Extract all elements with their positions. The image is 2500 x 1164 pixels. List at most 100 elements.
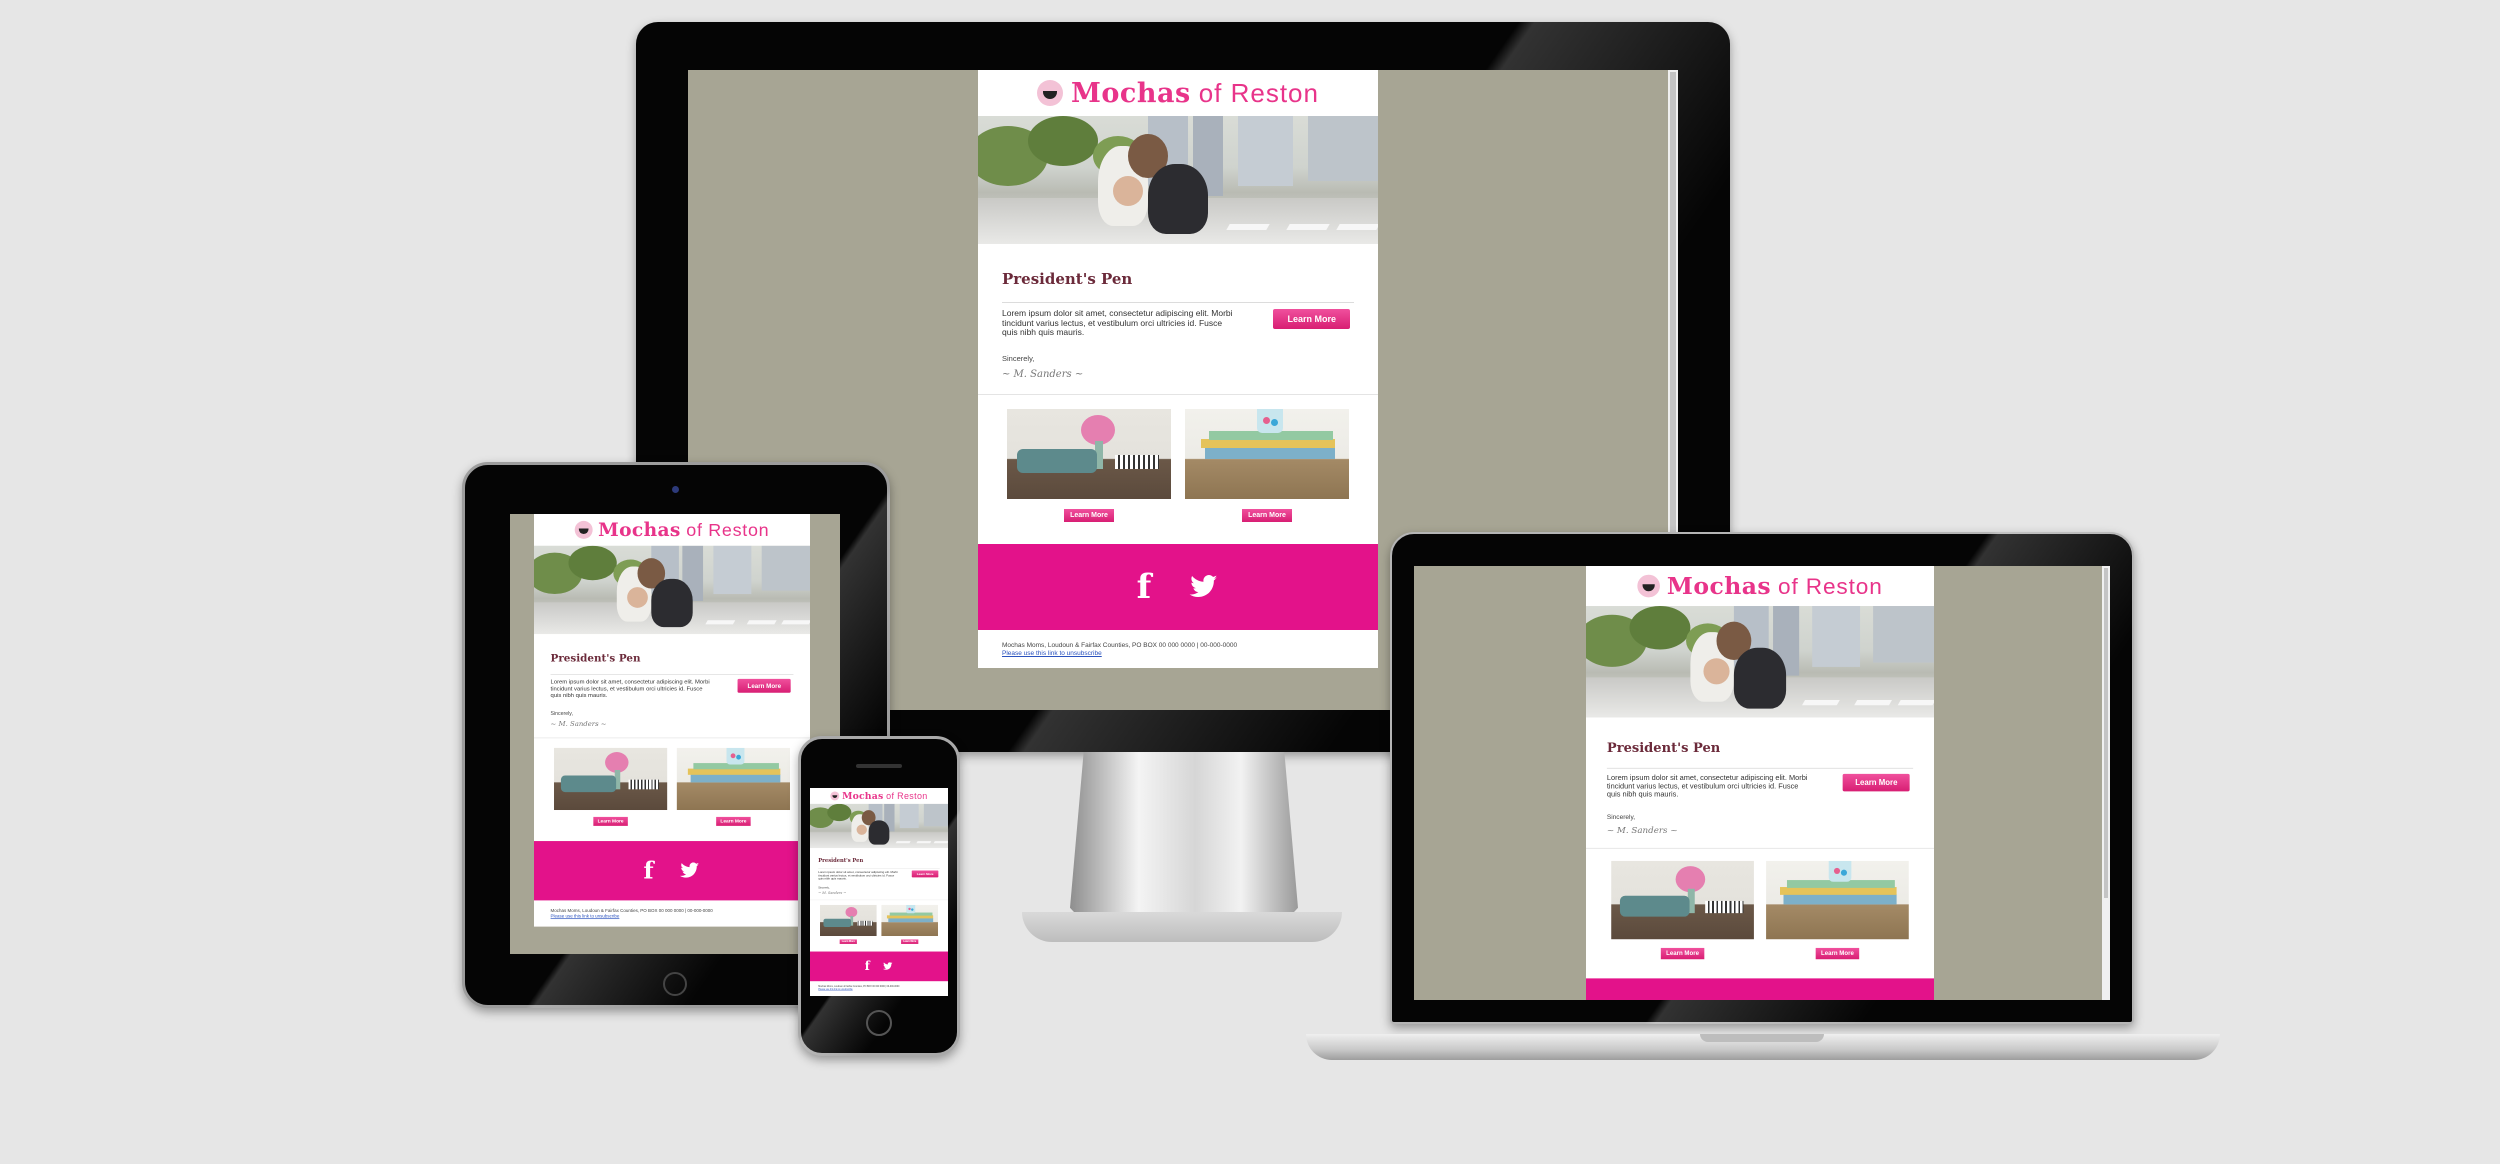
email-footer: Mochas Moms, Loudoun & Fairfax Counties,… [978, 630, 1378, 668]
signature-image: ~ M. Sanders ~ [1002, 368, 1084, 380]
product-grid: Learn More Learn More [534, 737, 810, 832]
footer-address: Mochas Moms, Loudoun & Fairfax Counties,… [1002, 641, 1238, 649]
email-header: Mochas of Reston [534, 514, 810, 546]
section-heading: President's Pen [1606, 740, 1721, 756]
coffee-cup-icon [830, 791, 840, 801]
books-and-cup-photo [881, 904, 938, 936]
social-bar: f [1586, 977, 1934, 1000]
section-row: Lorem ipsum dolor sit amet, consectetur … [1002, 302, 1354, 338]
closing-text: Sincerely, [1606, 812, 1636, 821]
email-newsletter: Mochas of Reston President's Pen Lorem i… [978, 70, 1378, 668]
product-learn-more-button[interactable]: Learn More [1815, 947, 1860, 959]
learn-more-button[interactable]: Learn More [1273, 309, 1350, 329]
product-card: Learn More [676, 747, 790, 826]
monitor-stand-base [1022, 912, 1342, 942]
product-grid: Learn More Learn More [810, 899, 948, 948]
email-header: Mochas of Reston [978, 70, 1378, 116]
brand-name-light: of Reston [886, 790, 928, 801]
flowers-on-table-photo [554, 747, 668, 810]
section-heading: President's Pen [550, 652, 641, 665]
product-learn-more-button[interactable]: Learn More [1242, 508, 1292, 522]
email-header: Mochas of Reston [810, 788, 948, 804]
unsubscribe-link[interactable]: Please use this link to unsubscribe [818, 988, 939, 991]
social-bar: f [978, 543, 1378, 630]
learn-more-button[interactable]: Learn More [911, 870, 939, 878]
twitter-icon[interactable] [680, 862, 701, 879]
books-and-cup-photo [676, 747, 790, 810]
laptop-screen[interactable]: Mochas of Reston President's Pen Lorem i… [1414, 566, 2110, 1000]
hero-photo [978, 116, 1378, 244]
unsubscribe-link[interactable]: Please use this link to unsubscribe [551, 914, 794, 920]
signature-image: ~ M. Sanders ~ [1606, 825, 1678, 836]
closing-text: Sincerely, [818, 885, 830, 889]
section-row: Lorem ipsum dolor sit amet, consectetur … [1606, 767, 1914, 799]
presidents-pen-section: President's Pen Lorem ipsum dolor sit am… [810, 848, 948, 900]
section-body: Lorem ipsum dolor sit amet, consectetur … [1002, 308, 1233, 337]
coffee-cup-icon [574, 520, 593, 539]
product-card: Learn More [820, 904, 877, 944]
email-newsletter: Mochas of Reston President's Pen Lorem i… [1586, 566, 1934, 1000]
hero-photo [534, 545, 810, 635]
section-body: Lorem ipsum dolor sit amet, consectetur … [550, 678, 710, 699]
hero-photo [810, 803, 948, 849]
facebook-icon[interactable]: f [1724, 998, 1737, 1000]
books-and-cup-photo [1185, 408, 1349, 499]
twitter-icon[interactable] [883, 962, 893, 970]
phone-screen[interactable]: Mochas of Reston President's Pen Lorem i… [810, 788, 948, 996]
product-learn-more-button[interactable]: Learn More [716, 816, 751, 826]
unsubscribe-link[interactable]: Please use this link to unsubscribe [1002, 650, 1354, 658]
section-heading: President's Pen [818, 857, 864, 864]
coffee-cup-icon [1037, 80, 1064, 106]
email-newsletter: Mochas of Reston President's Pen Lorem i… [810, 788, 948, 995]
flowers-on-table-photo [1611, 860, 1754, 939]
tablet-camera [672, 486, 679, 493]
facebook-icon[interactable]: f [1137, 567, 1152, 607]
closing-text: Sincerely, [1002, 353, 1035, 363]
phone-device: Mochas of Reston President's Pen Lorem i… [798, 736, 960, 1056]
presidents-pen-section: President's Pen Lorem ipsum dolor sit am… [978, 244, 1378, 394]
hero-photo [1586, 606, 1934, 718]
books-and-cup-photo [1766, 860, 1909, 939]
product-grid: Learn More Learn More [1586, 847, 1934, 967]
email-footer: Mochas Moms, Loudoun & Fairfax Counties,… [810, 981, 948, 994]
presidents-pen-section: President's Pen Lorem ipsum dolor sit am… [534, 634, 810, 737]
product-grid: Learn More Learn More [978, 393, 1378, 532]
product-learn-more-button[interactable]: Learn More [901, 939, 919, 944]
laptop-scrollbar[interactable] [2102, 566, 2110, 1000]
product-learn-more-button[interactable]: Learn More [1660, 947, 1705, 959]
tablet-screen[interactable]: Mochas of Reston President's Pen Lorem i… [510, 514, 840, 954]
product-card: Learn More [1007, 408, 1171, 522]
facebook-icon[interactable]: f [643, 857, 653, 885]
product-learn-more-button[interactable]: Learn More [839, 939, 857, 944]
signature-image: ~ M. Sanders ~ [818, 890, 847, 895]
phone-earpiece [856, 764, 902, 768]
social-bar: f [534, 840, 810, 901]
coffee-cup-icon [1637, 574, 1660, 598]
product-card: Learn More [554, 747, 668, 826]
presidents-pen-section: President's Pen Lorem ipsum dolor sit am… [1586, 717, 1934, 847]
product-card: Learn More [881, 904, 938, 944]
brand-name-bold: Mochas [1666, 572, 1772, 600]
learn-more-button[interactable]: Learn More [737, 678, 791, 693]
flowers-on-table-photo [820, 904, 877, 936]
phone-home-button[interactable] [866, 1010, 892, 1036]
brand-name-bold: Mochas [1071, 77, 1191, 109]
signature-image: ~ M. Sanders ~ [550, 719, 607, 728]
product-card: Learn More [1611, 860, 1754, 959]
product-learn-more-button[interactable]: Learn More [593, 816, 628, 826]
section-body: Lorem ipsum dolor sit amet, consectetur … [818, 870, 898, 881]
email-footer: Mochas Moms, Loudoun & Fairfax Counties,… [534, 900, 810, 926]
learn-more-button[interactable]: Learn More [1843, 773, 1910, 792]
laptop-notch [1700, 1034, 1824, 1042]
product-learn-more-button[interactable]: Learn More [1064, 508, 1114, 522]
social-bar: f [810, 951, 948, 982]
section-body: Lorem ipsum dolor sit amet, consectetur … [1606, 773, 1808, 799]
flowers-on-table-photo [1007, 408, 1171, 499]
laptop-device: Mochas of Reston President's Pen Lorem i… [1390, 532, 2134, 1040]
facebook-icon[interactable]: f [865, 959, 870, 973]
brand-name-bold: Mochas [842, 790, 884, 802]
twitter-icon[interactable] [1189, 574, 1219, 599]
tablet-home-button[interactable] [663, 972, 687, 996]
brand-name-light: of Reston [1198, 77, 1319, 108]
email-header: Mochas of Reston [1586, 566, 1934, 607]
